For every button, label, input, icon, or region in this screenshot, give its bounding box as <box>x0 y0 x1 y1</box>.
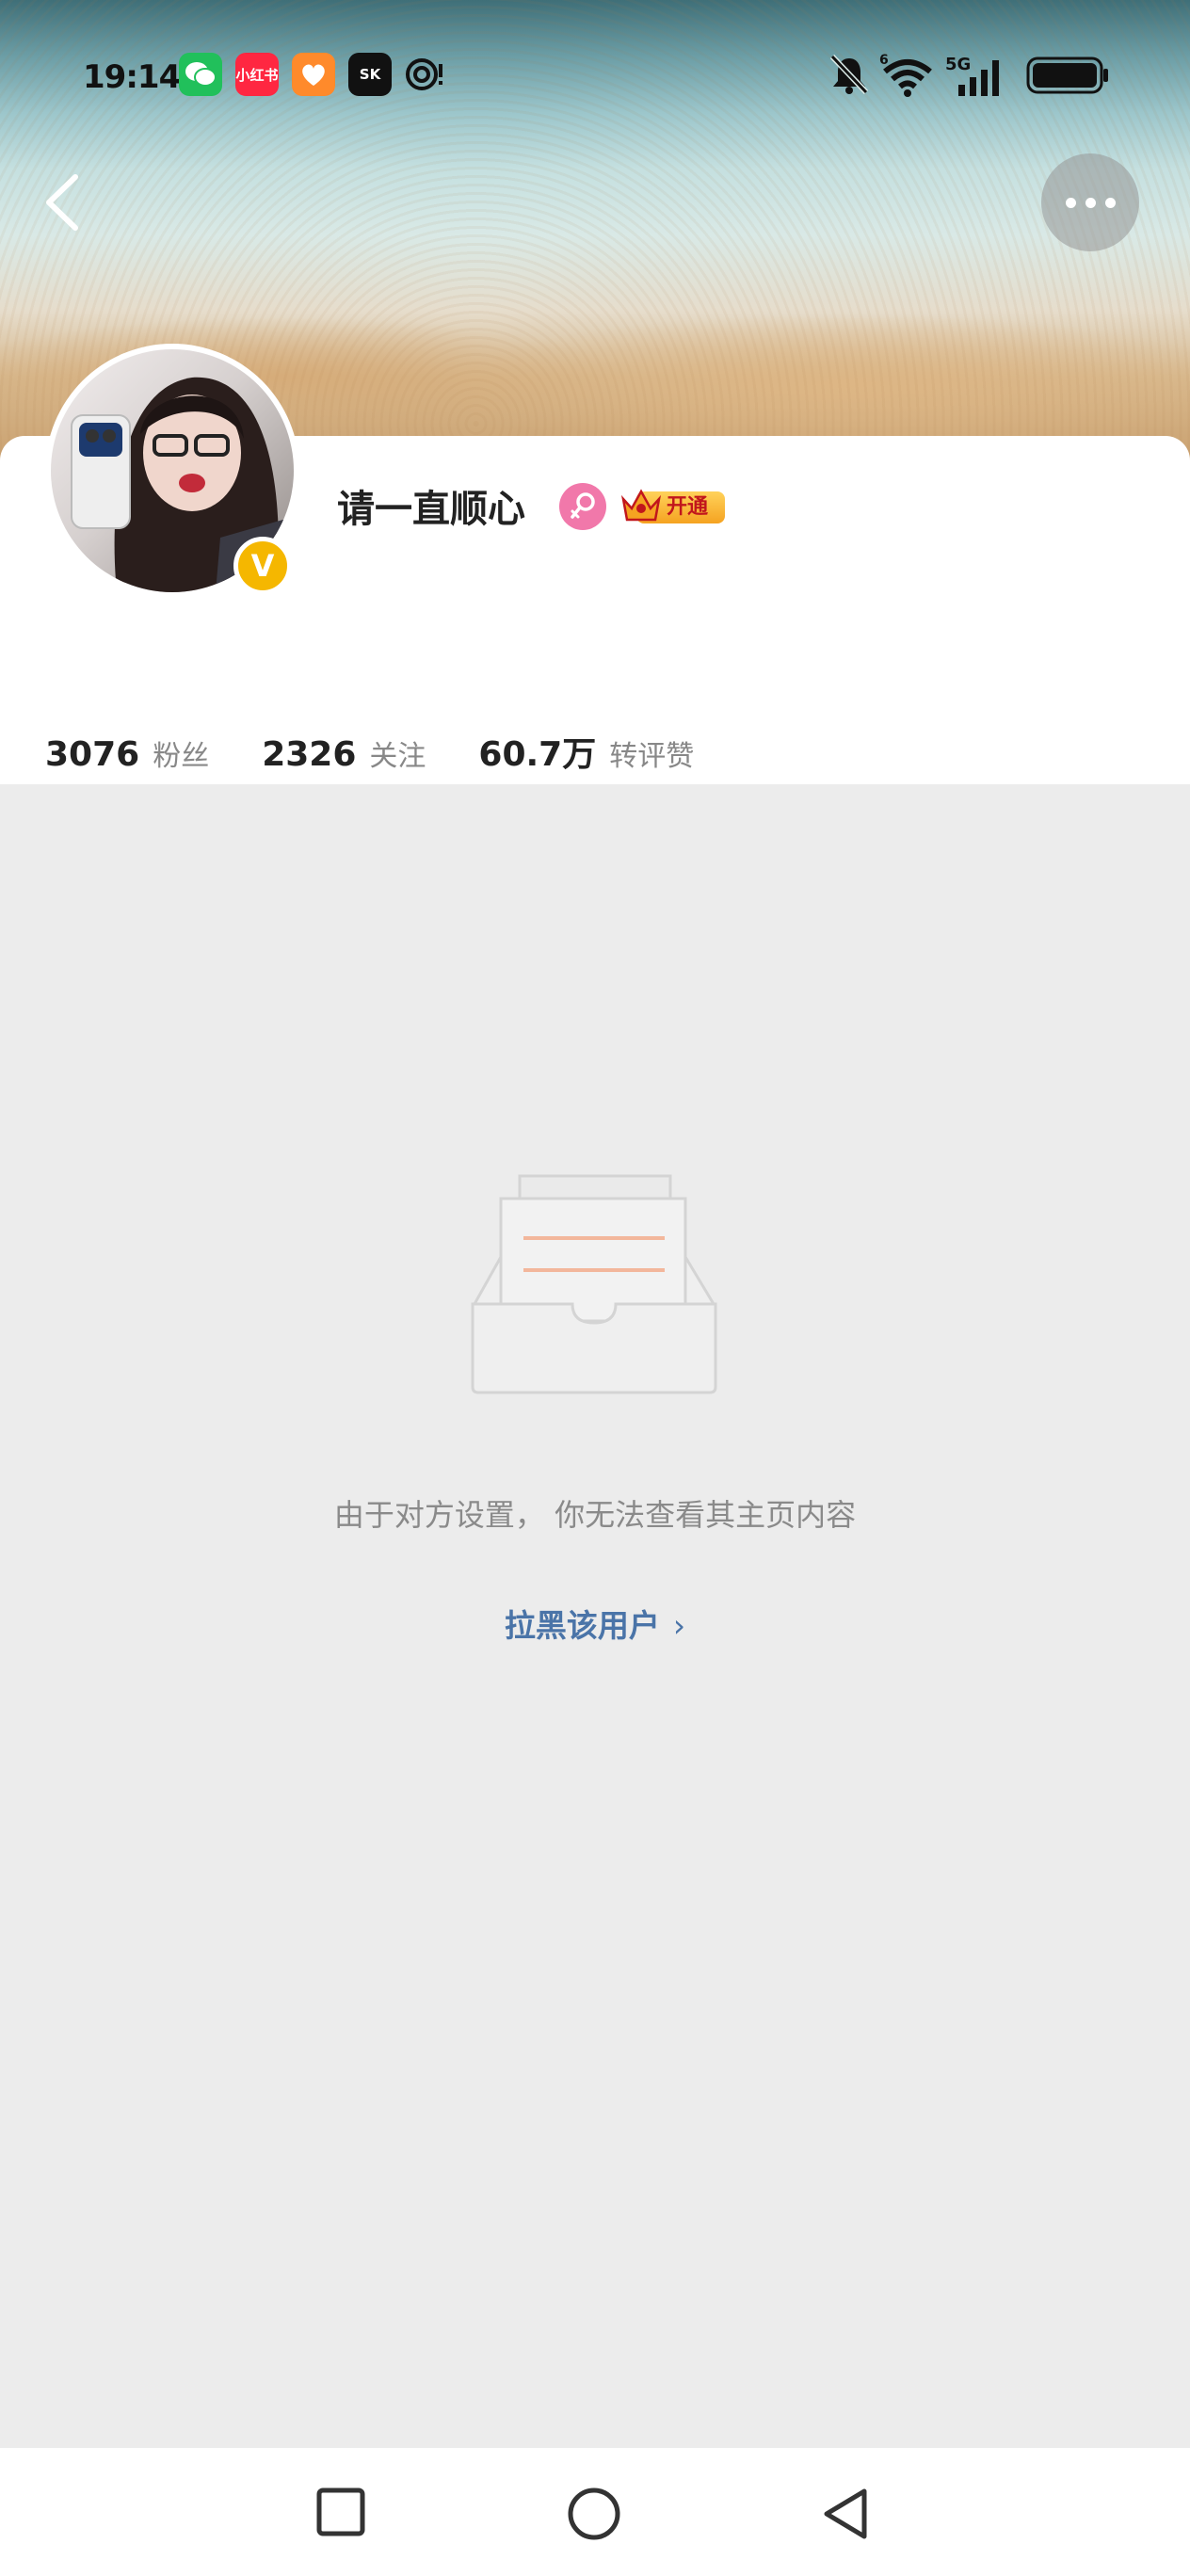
wifi-badge: 6 <box>879 53 889 68</box>
skr-app-icon: SK <box>348 53 392 96</box>
profile-stats: 3076 粉丝 2326 关注 60.7万 转评赞 <box>45 727 747 776</box>
spiral-icon <box>403 53 446 96</box>
chevron-left-icon <box>46 174 78 231</box>
vip-open-button[interactable]: 开通 <box>619 486 725 525</box>
verified-badge: V <box>233 537 292 595</box>
cellular-signal-icon: 5G <box>945 53 1013 104</box>
home-circle-icon[interactable] <box>566 2486 622 2542</box>
battery-icon <box>1026 56 1111 98</box>
status-bar: 19:14 小红书 SK 6 5G <box>0 49 1190 105</box>
back-button[interactable] <box>38 169 94 235</box>
dot-icon <box>1104 197 1116 208</box>
clock: 19:14 <box>83 58 181 96</box>
system-navigation-bar <box>0 2448 1190 2576</box>
interactions-label[interactable]: 转评赞 <box>609 733 694 774</box>
more-options-button[interactable] <box>1041 153 1139 251</box>
wifi-icon: 6 <box>879 53 936 104</box>
privacy-message: 由于对方设置， 你无法查看其主页内容 <box>333 1497 857 1533</box>
crown-icon <box>620 489 662 522</box>
xiaohongshu-label: 小红书 <box>235 66 279 84</box>
following-label[interactable]: 关注 <box>369 733 426 774</box>
back-triangle-icon[interactable] <box>819 2486 872 2542</box>
interactions-count[interactable]: 60.7万 <box>478 727 596 776</box>
empty-inbox-illustration <box>471 1174 717 1394</box>
chevron-right-icon: › <box>672 1607 686 1644</box>
signal-label: 5G <box>945 55 971 74</box>
followers-label[interactable]: 粉丝 <box>153 733 209 774</box>
female-gender-icon <box>559 483 606 530</box>
following-count[interactable]: 2326 <box>262 735 356 774</box>
heart-app-icon <box>292 53 335 96</box>
recents-square-icon[interactable] <box>314 2486 367 2538</box>
dot-icon <box>1085 197 1096 208</box>
block-user-label: 拉黑该用户 <box>504 1607 660 1644</box>
xiaohongshu-icon: 小红书 <box>235 53 279 96</box>
block-user-link[interactable]: 拉黑该用户 › <box>0 1601 1190 1646</box>
dot-icon <box>1065 197 1076 208</box>
wechat-icon <box>179 53 222 96</box>
skr-label: SK <box>359 66 381 83</box>
followers-count[interactable]: 3076 <box>45 735 139 774</box>
username: 请一直顺心 <box>337 488 525 531</box>
mute-bell-icon <box>828 53 870 100</box>
